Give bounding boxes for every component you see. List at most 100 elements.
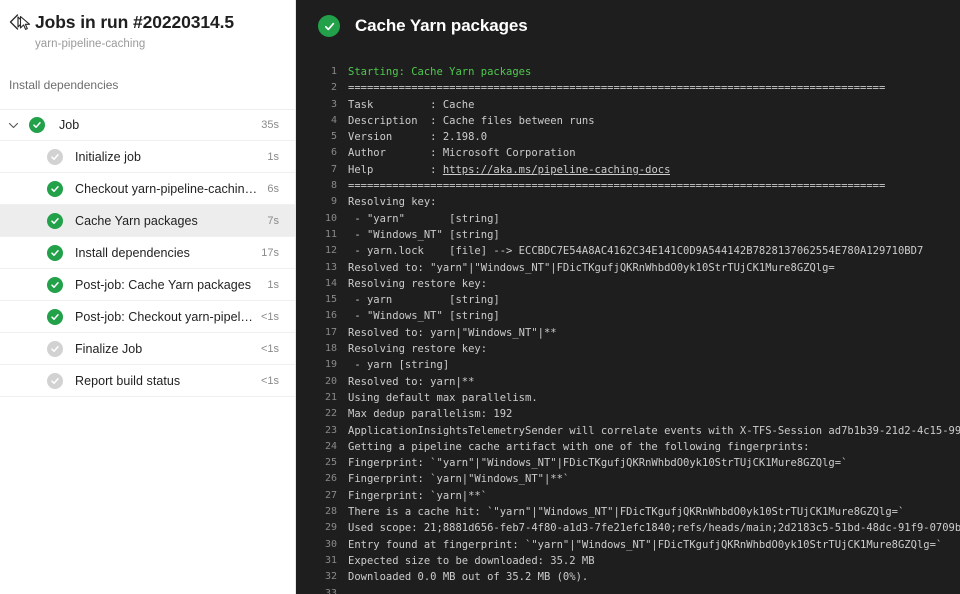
task-duration: <1s [260,374,279,387]
log-line: 3 Task : Cache [296,97,960,113]
task-label: Checkout yarn-pipeline-caching@... [75,181,262,196]
log-line-number: 26 [324,473,337,485]
log-line: 18 Resolving restore key: [296,341,960,357]
log-title: Cache Yarn packages [355,16,528,35]
log-line: 22 Max dedup parallelism: 192 [296,406,960,422]
sidebar-item-task[interactable]: Report build status <1s [0,365,295,397]
log-line: 10 - "yarn" [string] [296,211,960,227]
status-icon-succeeded [47,244,63,261]
log-line-text: Fingerprint: `yarn|**` [348,489,488,502]
log-line-text: Resolving key: [348,196,437,209]
log-line: 26 Fingerprint: `yarn|"Windows_NT"|**` [296,471,960,487]
log-line-text: - "yarn" [string] [348,212,500,225]
log-line: 17 Resolved to: yarn|"Windows_NT"|** [296,325,960,341]
task-rows-container: Initialize job 1s Checkout yarn-pipeline-c… [0,141,295,397]
log-line-number: 32 [324,571,337,583]
log-line-number: 16 [324,310,337,322]
log-line-text: Version : 2.198.0 [348,131,488,144]
log-pane: Cache Yarn packages 1 Starting: Cache Yar… [296,0,960,594]
log-line-number: 9 [330,196,337,208]
log-line-text: ========================================… [348,180,886,193]
log-line-text: Using default max parallelism. [348,391,538,404]
log-line-number: 10 [324,212,337,224]
log-line-number: 21 [324,391,337,403]
jobs-list: Job 35s Initialize job 1s Checkout yarn-pi… [0,109,295,397]
status-icon-succeeded [318,15,340,37]
log-line-text: Starting: Cache Yarn packages [348,66,532,78]
log-line-number: 3 [330,98,337,110]
sidebar-item-task[interactable]: Initialize job 1s [0,141,295,173]
task-label: Post-job: Checkout yarn-pipelin... [75,309,255,324]
log-line: 7 Help : https://aka.ms/pipeline-caching-… [296,162,960,178]
log-line: 20 Resolved to: yarn|** [296,374,960,390]
log-line-text: Help : https://aka.ms/pipeline-caching-d… [348,163,671,176]
log-line-text: Entry found at fingerprint: `"yarn"|"Win… [348,538,943,551]
log-line-text: - "Windows_NT" [string] [348,228,500,241]
sidebar-title-row: Jobs in run #20220314.5 [0,9,295,35]
log-line-text: Description : Cache files between runs [348,114,595,127]
pipeline-run-view: Jobs in run #20220314.5 yarn-pipeline-ca… [0,0,960,594]
log-line-number: 18 [324,343,337,355]
sidebar-item-task[interactable]: Checkout yarn-pipeline-caching@... 6s [0,173,295,205]
log-line-text: Resolving restore key: [348,277,488,290]
log-line-number: 31 [324,554,337,566]
sidebar-item-task[interactable]: Post-job: Cache Yarn packages 1s [0,269,295,301]
log-line: 24 Getting a pipeline cache artifact with… [296,439,960,455]
job-label: Job [59,118,80,132]
log-line-number: 27 [324,489,337,501]
chevron-down-icon[interactable] [0,120,22,131]
log-line: 19 - yarn [string] [296,357,960,373]
sidebar-item-task[interactable]: Finalize Job <1s [0,333,295,365]
status-icon-succeeded [47,212,63,229]
log-line: 27 Fingerprint: `yarn|**` [296,488,960,504]
sidebar-item-job[interactable]: Job 35s [0,110,295,141]
log-line-text: Downloaded 0.0 MB out of 35.2 MB (0%). [348,571,589,584]
log-line-number: 30 [324,538,337,550]
log-line-number: 1 [330,66,337,77]
jobs-sidebar: Jobs in run #20220314.5 yarn-pipeline-ca… [0,0,296,594]
status-icon-skipped [47,340,63,357]
log-line: 13 Resolved to: "yarn"|"Windows_NT"|FDicT… [296,260,960,276]
log-line-number: 6 [330,147,337,159]
task-label: Initialize job [75,149,142,164]
log-line-text: Max dedup parallelism: 192 [348,408,513,421]
log-line-text: - "Windows_NT" [string] [348,310,500,323]
sidebar-item-task[interactable]: Install dependencies 17s [0,237,295,269]
log-output[interactable]: 1 Starting: Cache Yarn packages 2 =========… [296,52,960,594]
log-line-number: 13 [324,261,337,273]
log-line-text: Fingerprint: `yarn|"Windows_NT"|**` [348,473,570,486]
task-label: Report build status [75,373,181,388]
log-line: 28 There is a cache hit: `"yarn"|"Windows… [296,504,960,520]
task-duration: 6s [267,182,279,195]
log-line: 11 - "Windows_NT" [string] [296,227,960,243]
task-label: Post-job: Cache Yarn packages [75,277,252,292]
status-icon-succeeded [29,117,45,133]
log-line-text: Getting a pipeline cache artifact with o… [348,440,810,453]
sidebar-item-task[interactable]: Post-job: Checkout yarn-pipelin... <1s [0,301,295,333]
log-line-number: 23 [324,424,337,436]
log-line-text: - yarn.lock [file] --> ECCBDC7E54A8AC416… [348,245,924,258]
log-line: 6 Author : Microsoft Corporation [296,145,960,161]
log-line-text: ========================================… [348,82,886,95]
log-line-text: There is a cache hit: `"yarn"|"Windows_N… [348,506,905,519]
log-line-number: 17 [324,326,337,338]
task-duration: 17s [261,246,279,259]
sidebar-item-task[interactable]: Cache Yarn packages 7s [0,205,295,237]
status-icon-succeeded [47,180,63,197]
log-line: 21 Using default max parallelism. [296,390,960,406]
sidebar-header: Jobs in run #20220314.5 yarn-pipeline-ca… [0,0,295,93]
log-line: 14 Resolving restore key: [296,276,960,292]
log-line: 33 [296,586,960,594]
log-line-text: Resolving restore key: [348,343,488,356]
log-line-text: Author : Microsoft Corporation [348,147,576,160]
log-line: 25 Fingerprint: `"yarn"|"Windows_NT"|FDic… [296,455,960,471]
log-line: 32 Downloaded 0.0 MB out of 35.2 MB (0%). [296,569,960,585]
task-duration: 7s [267,214,279,227]
log-line-text: - yarn [string] [348,294,500,307]
log-line-text: - yarn [string] [348,359,450,372]
log-line-text: Expected size to be downloaded: 35.2 MB [348,554,595,567]
log-line-text: Used scope: 21;8881d656-feb7-4f80-a1d3-7… [348,522,960,535]
page-title: Jobs in run #20220314.5 [35,11,235,32]
help-link[interactable]: https://aka.ms/pipeline-caching-docs [443,164,671,176]
back-arrow-icon[interactable] [7,11,33,33]
